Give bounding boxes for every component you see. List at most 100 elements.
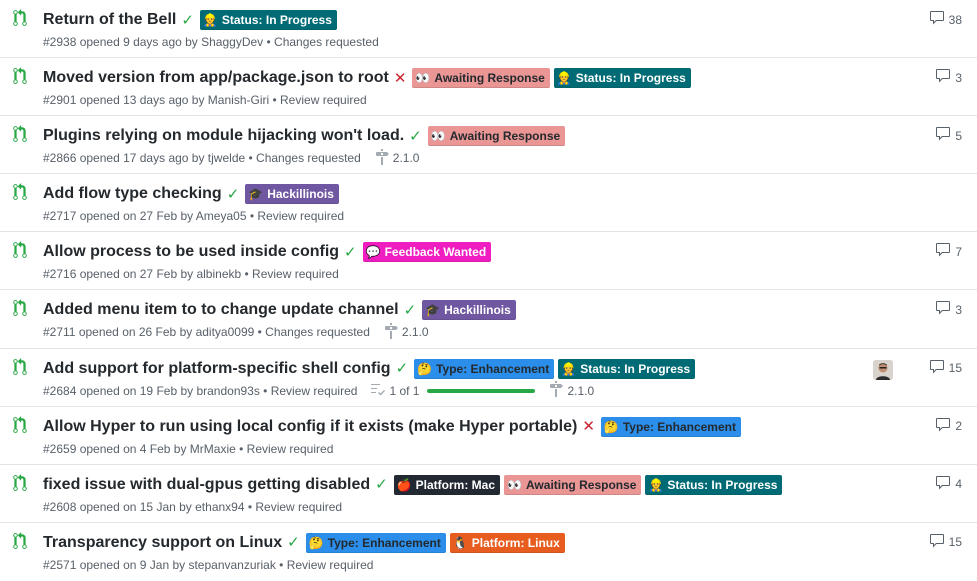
title-line: fixed issue with dual-gpus getting disab…	[43, 474, 786, 496]
comments-link[interactable]: 4	[935, 475, 962, 494]
eyes-icon: 👀	[507, 477, 522, 492]
milestone-icon	[384, 322, 402, 342]
label-badge[interactable]: 👀 Awaiting Response	[412, 68, 550, 89]
meta-text: #2684 opened on 19 Feb by brandon93s • R…	[43, 383, 358, 398]
milestone-link[interactable]: 2.1.0	[384, 322, 429, 342]
comments-link[interactable]: 3	[935, 68, 962, 87]
bulb-icon: 🤔	[308, 535, 324, 550]
pull-request-title-link[interactable]: Added menu item to to change update chan…	[43, 301, 399, 319]
check-success-icon[interactable]: ✓	[344, 245, 357, 260]
label-badge[interactable]: 💬 Feedback Wanted	[362, 242, 492, 263]
pull-request-title-link[interactable]: Add flow type checking	[43, 185, 222, 203]
label-badge[interactable]: 👷 Status: In Progress	[199, 10, 337, 30]
pull-request-title-link[interactable]: Moved version from app/package.json to r…	[43, 69, 389, 87]
pull-request-row[interactable]: Transparency support on Linux ✓ 🤔 Type: Enh…	[0, 523, 977, 581]
title-line: Add support for platform-specific shell …	[43, 358, 699, 380]
pull-request-meta: #2608 opened on 15 Jan by ethanx94 • Rev…	[43, 500, 342, 514]
title-line: Added menu item to to change update chan…	[43, 299, 520, 321]
label-badge[interactable]: 👷 Status: In Progress	[553, 68, 691, 89]
milestone-link[interactable]: 2.1.0	[375, 148, 419, 168]
pull-request-title-link[interactable]: fixed issue with dual-gpus getting disab…	[43, 476, 370, 494]
pull-request-row[interactable]: Return of the Bell ✓ 👷 Status: In Progress #…	[0, 0, 977, 59]
label-list: 🎓 Hackillinois	[422, 300, 520, 321]
comment-icon	[929, 359, 949, 378]
milestone-text: 2.1.0	[567, 383, 595, 398]
check-failure-icon[interactable]: ✕	[394, 71, 407, 86]
eyes-icon: 👀	[430, 129, 446, 144]
title-line: Transparency support on Linux ✓ 🤔 Type: Enh…	[43, 532, 569, 554]
pull-request-title-link[interactable]: Plugins relying on module hijacking won'…	[43, 127, 404, 145]
milestone-link[interactable]: 2.1.0	[549, 381, 594, 400]
label-text: Platform: Mac	[415, 477, 496, 492]
pull-request-open-icon	[13, 67, 29, 85]
label-badge[interactable]: 🤔 Type: Enhancement	[414, 358, 555, 379]
task-progress: 1 of 1	[369, 382, 536, 399]
label-badge[interactable]: 🤔 Type: Enhancement	[305, 532, 446, 553]
pull-request-meta: #2659 opened on 4 Feb by MrMaxie • Revie…	[43, 442, 333, 456]
label-badge[interactable]: 🤔 Type: Enhancement	[600, 416, 741, 437]
task-count: 1 of 1	[389, 383, 420, 398]
pull-request-row[interactable]: Allow process to be used inside config ✓ 💬…	[0, 232, 977, 291]
pull-request-title-link[interactable]: Allow process to be used inside config	[43, 243, 339, 261]
construction-worker-icon: 👷	[556, 71, 572, 86]
label-text: Status: In Progress	[221, 13, 332, 27]
pull-request-title-link[interactable]: Add support for platform-specific shell …	[43, 360, 391, 378]
comments-link[interactable]: 2	[935, 417, 962, 436]
label-badge[interactable]: 🎓 Hackillinois	[245, 184, 339, 205]
pull-request-title-link[interactable]: Return of the Bell	[43, 11, 176, 29]
pull-request-open-icon	[13, 473, 29, 492]
meta-text: #2866 opened 17 days ago by tjwelde • Ch…	[43, 151, 361, 166]
comments-link[interactable]: 15	[929, 359, 962, 378]
pull-request-open-icon	[13, 9, 29, 27]
assignee-avatar[interactable]	[873, 359, 893, 380]
check-success-icon[interactable]: ✓	[404, 303, 417, 318]
penguin-icon: 🐧	[452, 535, 468, 550]
pull-request-row[interactable]: Add flow type checking ✓ 🎓 Hackillinois #271…	[0, 174, 977, 233]
check-success-icon[interactable]: ✓	[287, 535, 300, 550]
comments-link[interactable]: 3	[935, 300, 962, 319]
comment-count: 3	[955, 302, 962, 317]
comments-link[interactable]: 7	[935, 242, 962, 261]
check-success-icon[interactable]: ✓	[409, 129, 422, 144]
task-progress-fill	[427, 388, 536, 393]
label-badge[interactable]: 👀 Awaiting Response	[504, 474, 642, 495]
label-badge[interactable]: 👀 Awaiting Response	[427, 126, 566, 147]
graduation-cap-icon: 🎓	[248, 187, 264, 202]
check-success-icon[interactable]: ✓	[227, 187, 240, 202]
pull-request-open-icon	[13, 125, 29, 143]
comment-count: 3	[955, 70, 962, 85]
label-text: Type: Enhancement	[327, 535, 441, 550]
eyes-icon: 👀	[415, 71, 431, 86]
pull-request-meta: #2684 opened on 19 Feb by brandon93s • R…	[43, 381, 594, 400]
bulb-icon: 🤔	[417, 361, 433, 376]
label-list: 🤔 Type: Enhancement 👷 Status: In Progress	[414, 358, 699, 379]
label-badge[interactable]: 👷 Status: In Progress	[645, 474, 783, 495]
label-text: Hackillinois	[267, 187, 334, 202]
pull-request-row[interactable]: Plugins relying on module hijacking won'…	[0, 116, 977, 175]
check-success-icon[interactable]: ✓	[181, 13, 194, 28]
check-success-icon[interactable]: ✓	[396, 361, 409, 376]
pull-request-row[interactable]: Allow Hyper to run using local config if…	[0, 407, 977, 465]
label-list: 🎓 Hackillinois	[245, 184, 343, 205]
pull-request-row[interactable]: Moved version from app/package.json to r…	[0, 58, 977, 117]
title-line: Plugins relying on module hijacking won'…	[43, 125, 569, 147]
check-success-icon[interactable]: ✓	[375, 477, 388, 492]
label-badge[interactable]: 👷 Status: In Progress	[558, 358, 696, 379]
label-badge[interactable]: 🍎 Platform: Mac	[393, 474, 501, 495]
pull-request-title-link[interactable]: Transparency support on Linux	[43, 534, 282, 552]
label-text: Hackillinois	[444, 303, 511, 318]
milestone-text: 2.1.0	[401, 325, 429, 340]
label-badge[interactable]: 🐧 Platform: Linux	[449, 532, 565, 553]
check-failure-icon[interactable]: ✕	[582, 419, 595, 434]
pull-request-row[interactable]: fixed issue with dual-gpus getting disab…	[0, 465, 977, 523]
comments-link[interactable]: 15	[929, 533, 962, 552]
comments-link[interactable]: 5	[935, 126, 962, 145]
pull-request-row[interactable]: Added menu item to to change update chan…	[0, 290, 977, 349]
label-badge[interactable]: 🎓 Hackillinois	[422, 300, 516, 321]
comments-link[interactable]: 38	[929, 10, 962, 29]
pull-request-row[interactable]: Add support for platform-specific shell …	[0, 349, 977, 407]
comment-icon	[935, 417, 955, 436]
pull-request-title-link[interactable]: Allow Hyper to run using local config if…	[43, 418, 577, 436]
comment-count: 15	[948, 361, 962, 376]
label-list: 🍎 Platform: Mac 👀 Awaiting Response 👷 Status:…	[393, 474, 787, 495]
